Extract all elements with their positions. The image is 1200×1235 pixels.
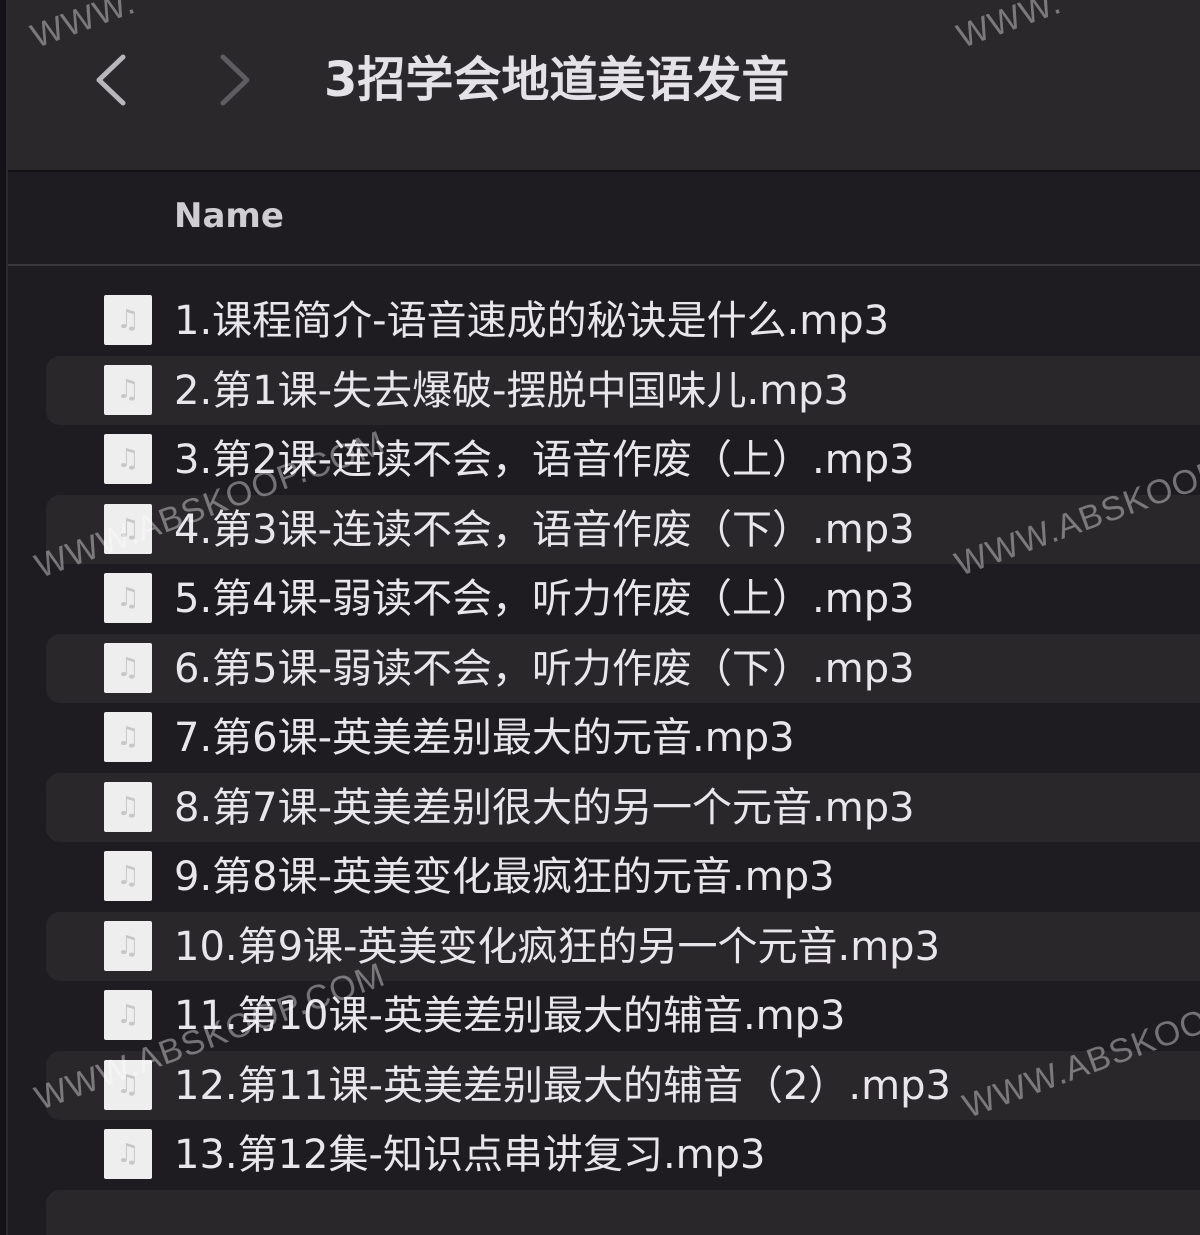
- file-name: 7.第6课-英美差别最大的元音.mp3: [174, 715, 795, 761]
- file-row[interactable]: ♫ 10.第9课-英美变化疯狂的另一个元音.mp3: [46, 911, 1200, 981]
- file-name: 3.第2课-连读不会，语音作废（上）.mp3: [174, 437, 915, 483]
- audio-file-icon: ♫: [104, 364, 152, 415]
- column-header-name[interactable]: Name: [174, 196, 284, 236]
- file-name: 13.第12集-知识点串讲复习.mp3: [174, 1132, 766, 1178]
- back-button[interactable]: [80, 50, 140, 110]
- audio-file-icon: ♫: [104, 990, 152, 1040]
- audio-file-icon: ♫: [104, 573, 152, 623]
- window-left-edge: [0, 0, 8, 1235]
- file-list: ♫ 1.课程简介-语音速成的秘诀是什么.mp3 ♫ 2.第1课-失去爆破-摆脱中国味儿…: [46, 286, 1200, 1190]
- file-row[interactable]: ♫ 8.第7课-英美差别很大的另一个元音.mp3: [46, 772, 1200, 842]
- audio-file-icon: ♫: [104, 434, 152, 484]
- file-row[interactable]: ♫ 13.第12集-知识点串讲复习.mp3: [46, 1120, 1200, 1190]
- chevron-right-icon: [220, 54, 250, 106]
- file-name: 10.第9课-英美变化疯狂的另一个元音.mp3: [174, 923, 941, 970]
- file-row[interactable]: ♫ 6.第5课-弱读不会，听力作废（下）.mp3: [46, 633, 1200, 703]
- title-bar: 3招学会地道美语发音: [8, 0, 1200, 172]
- file-name: 11.第10课-英美差别最大的辅音.mp3: [174, 993, 846, 1039]
- file-name: 4.第3课-连读不会，语音作废（下）.mp3: [174, 506, 915, 553]
- file-row[interactable]: ♫ 1.课程简介-语音速成的秘诀是什么.mp3: [46, 286, 1200, 356]
- audio-file-icon: ♫: [104, 920, 152, 971]
- forward-button[interactable]: [206, 50, 266, 110]
- file-name: 8.第7课-英美差别很大的另一个元音.mp3: [174, 784, 915, 831]
- audio-file-icon: ♫: [104, 1129, 152, 1179]
- file-row[interactable]: ♫ 7.第6课-英美差别最大的元音.mp3: [46, 703, 1200, 773]
- window-title: 3招学会地道美语发音: [324, 52, 790, 108]
- file-row[interactable]: ♫ 2.第1课-失去爆破-摆脱中国味儿.mp3: [46, 355, 1200, 425]
- file-row[interactable]: ♫ 11.第10课-英美差别最大的辅音.mp3: [46, 981, 1200, 1051]
- finder-window: 3招学会地道美语发音 Name ♫ 1.课程简介-语音速成的秘诀是什么.mp3 ♫ 2…: [0, 0, 1200, 1235]
- file-name: 12.第11课-英美差别最大的辅音（2）.mp3: [174, 1062, 951, 1109]
- file-row[interactable]: ♫ 3.第2课-连读不会，语音作废（上）.mp3: [46, 425, 1200, 495]
- audio-file-icon: ♫: [104, 781, 152, 832]
- audio-file-icon: ♫: [104, 851, 152, 901]
- empty-list-row: [46, 1190, 1200, 1235]
- chevron-left-icon: [96, 54, 126, 106]
- column-header: Name: [8, 172, 1200, 266]
- audio-file-icon: ♫: [104, 712, 152, 762]
- file-name: 2.第1课-失去爆破-摆脱中国味儿.mp3: [174, 367, 849, 414]
- file-row[interactable]: ♫ 4.第3课-连读不会，语音作废（下）.mp3: [46, 494, 1200, 564]
- file-name: 1.课程简介-语音速成的秘诀是什么.mp3: [174, 298, 890, 344]
- file-name: 9.第8课-英美变化最疯狂的元音.mp3: [174, 854, 835, 900]
- file-row[interactable]: ♫ 9.第8课-英美变化最疯狂的元音.mp3: [46, 842, 1200, 912]
- audio-file-icon: ♫: [104, 295, 152, 345]
- audio-file-icon: ♫: [104, 642, 152, 693]
- audio-file-icon: ♫: [104, 1059, 152, 1110]
- file-name: 6.第5课-弱读不会，听力作废（下）.mp3: [174, 645, 915, 692]
- file-row[interactable]: ♫ 12.第11课-英美差别最大的辅音（2）.mp3: [46, 1050, 1200, 1120]
- audio-file-icon: ♫: [104, 503, 152, 554]
- file-name: 5.第4课-弱读不会，听力作废（上）.mp3: [174, 576, 915, 622]
- file-row[interactable]: ♫ 5.第4课-弱读不会，听力作废（上）.mp3: [46, 564, 1200, 634]
